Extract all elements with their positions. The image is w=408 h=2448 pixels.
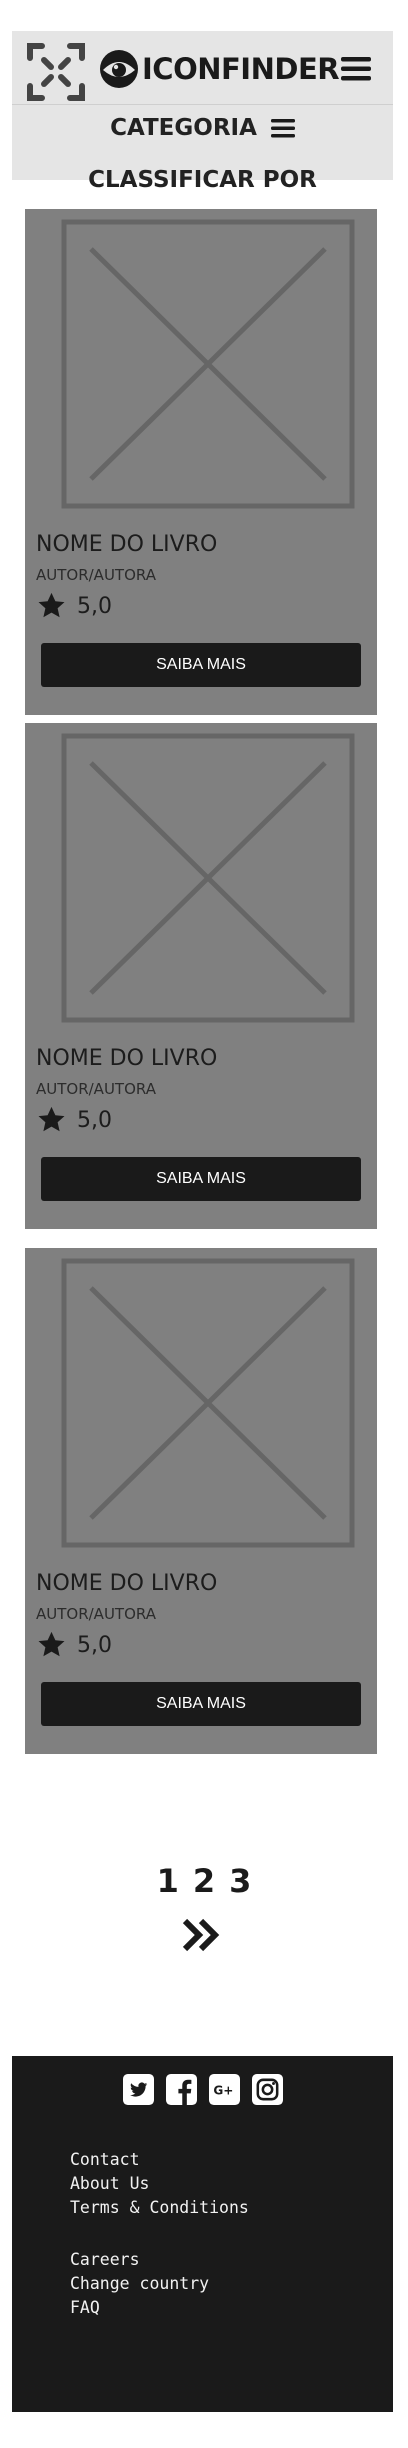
footer-link-change-country[interactable]: Change country [70, 2272, 249, 2296]
category-filter[interactable]: CATEGORIA [12, 108, 393, 148]
footer-link-careers[interactable]: Careers [70, 2248, 249, 2272]
instagram-icon[interactable] [251, 2074, 283, 2105]
rating-value: 5,0 [77, 1632, 112, 1658]
google-plus-icon[interactable]: G+ [208, 2074, 240, 2105]
sort-label: CLASSIFICAR POR [88, 167, 317, 193]
book-title: NOME DO LIVRO [36, 532, 218, 557]
rating-value: 5,0 [77, 593, 112, 619]
pagination: 1 2 3 [0, 1862, 408, 1902]
page-link-3[interactable]: 3 [229, 1862, 251, 1902]
svg-text:G+: G+ [213, 2083, 233, 2097]
twitter-icon[interactable] [122, 2074, 154, 2105]
book-cover-placeholder-image [61, 219, 355, 509]
book-card: NOME DO LIVRO AUTOR/AUTORA 5,0 SAIBA MAI… [25, 209, 377, 715]
site-footer: G+ Contact About Us Terms & Conditions C… [12, 2056, 393, 2412]
site-header: ICONFINDER CATEGORIA CLASSIFICAR POR [12, 31, 393, 193]
star-icon [38, 1106, 65, 1132]
book-cover-placeholder-image [61, 733, 355, 1023]
book-card: NOME DO LIVRO AUTOR/AUTORA 5,0 SAIBA MAI… [25, 1248, 377, 1754]
iconfinder-logo[interactable]: ICONFINDER [98, 47, 340, 91]
footer-link-terms[interactable]: Terms & Conditions [70, 2196, 249, 2220]
book-cover-placeholder-image [61, 1258, 355, 1548]
book-rating: 5,0 [36, 590, 112, 622]
book-author: AUTOR/AUTORA [36, 1080, 156, 1098]
star-icon [38, 1631, 65, 1657]
footer-link-about-us[interactable]: About Us [70, 2172, 249, 2196]
category-menu-icon[interactable] [270, 118, 295, 138]
saiba-mais-button[interactable]: SAIBA MAIS [41, 1682, 361, 1726]
eye-logo-icon [100, 50, 138, 88]
category-label: CATEGORIA [110, 115, 257, 141]
book-title: NOME DO LIVRO [36, 1046, 218, 1071]
rating-value: 5,0 [77, 1107, 112, 1133]
footer-link-faq[interactable]: FAQ [70, 2296, 249, 2320]
page-link-1[interactable]: 1 [157, 1862, 179, 1902]
sort-filter[interactable]: CLASSIFICAR POR [12, 167, 393, 207]
page-link-2[interactable]: 2 [193, 1862, 215, 1902]
footer-links: Contact About Us Terms & Conditions Care… [70, 2148, 249, 2320]
book-title: NOME DO LIVRO [36, 1571, 218, 1596]
logo-text: ICONFINDER [142, 52, 340, 86]
book-rating: 5,0 [36, 1629, 112, 1661]
hamburger-menu-icon[interactable] [340, 55, 372, 83]
header-top-bar: ICONFINDER [12, 31, 393, 105]
book-card: NOME DO LIVRO AUTOR/AUTORA 5,0 SAIBA MAI… [25, 723, 377, 1229]
saiba-mais-button[interactable]: SAIBA MAIS [41, 643, 361, 687]
book-rating: 5,0 [36, 1104, 112, 1136]
star-icon [38, 592, 65, 618]
fullscreen-icon[interactable] [24, 40, 88, 104]
book-author: AUTOR/AUTORA [36, 1605, 156, 1623]
footer-link-contact[interactable]: Contact [70, 2148, 249, 2172]
facebook-icon[interactable] [165, 2074, 197, 2105]
saiba-mais-button[interactable]: SAIBA MAIS [41, 1157, 361, 1201]
double-chevron-right-icon[interactable] [182, 1918, 222, 1952]
footer-link-spacer [70, 2220, 249, 2248]
book-author: AUTOR/AUTORA [36, 566, 156, 584]
social-links: G+ [12, 2074, 393, 2108]
